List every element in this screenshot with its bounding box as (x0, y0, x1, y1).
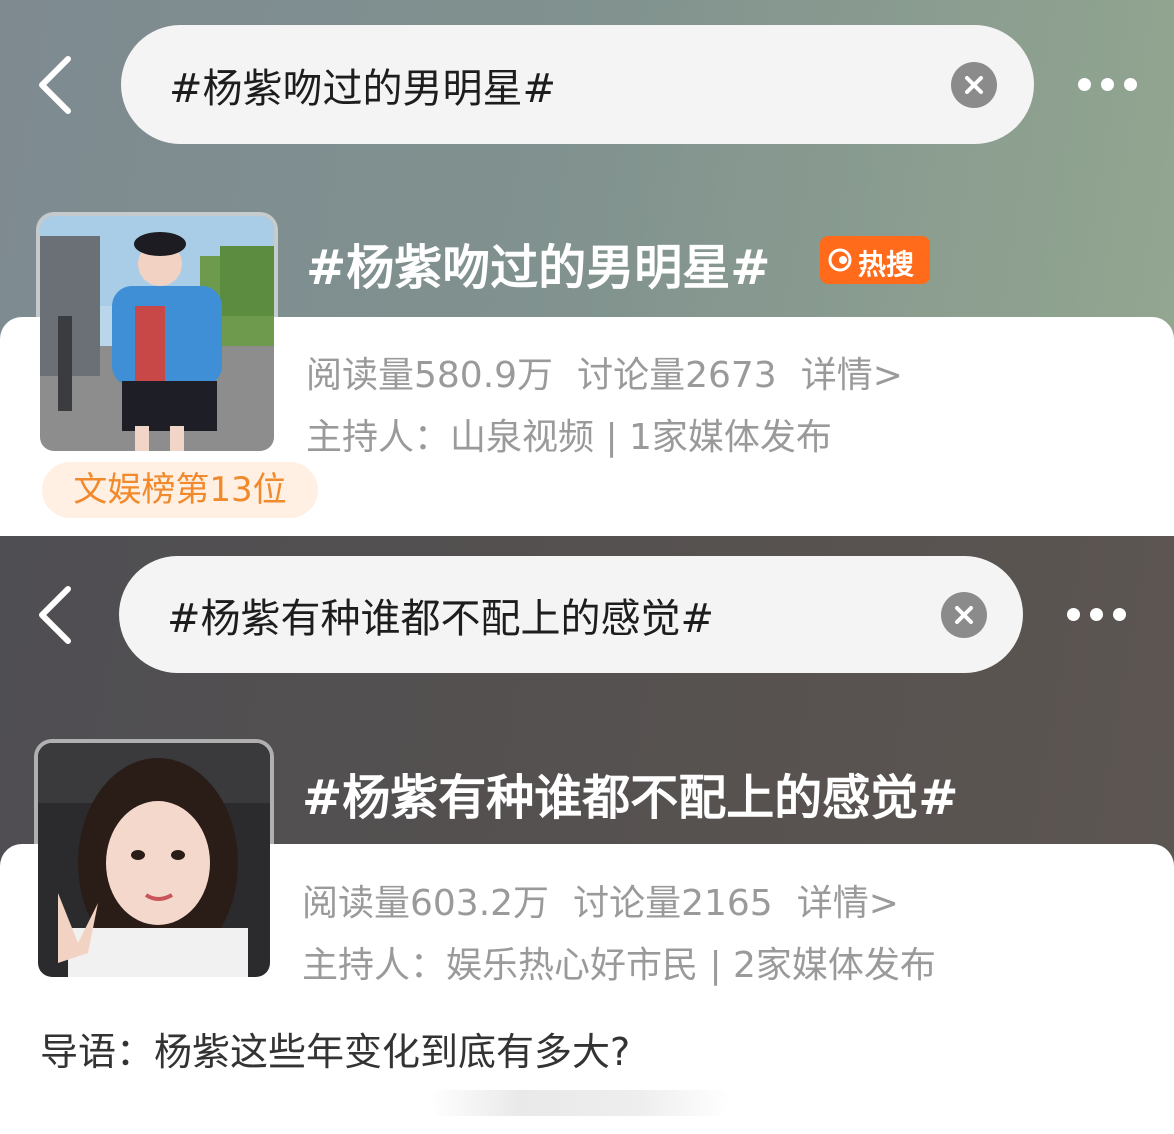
hot-badge-label: 热搜 (858, 248, 915, 281)
clear-button[interactable] (951, 61, 997, 108)
read-count: 阅读量580.9万 (306, 355, 554, 396)
discussion-count: 讨论量2165 (573, 883, 773, 924)
search-bar[interactable]: #杨紫吻过的男明星# (121, 25, 1034, 144)
topic-stats: 阅读量580.9万 讨论量2673 详情> (306, 346, 927, 398)
lead-text: 导语：杨紫这些年变化到底有多大? (40, 1030, 631, 1074)
rank-tag[interactable]: 文娱榜第13位 (42, 462, 318, 518)
hot-search-icon (828, 248, 852, 272)
search-query: #杨紫有种谁都不配上的感觉# (167, 595, 715, 642)
hot-search-badge[interactable]: 热搜 (820, 236, 930, 284)
host-info: 主持人：山泉视频 | 1家媒体发布 (306, 417, 832, 458)
topic-thumbnail[interactable] (34, 739, 274, 981)
topic-title: #杨紫吻过的男明星# (306, 240, 771, 296)
chevron-left-icon (39, 56, 71, 114)
topic-stats: 阅读量603.2万 讨论量2165 详情> (302, 874, 923, 926)
search-bar[interactable]: #杨紫有种谁都不配上的感觉# (119, 556, 1023, 673)
more-dots-icon[interactable] (1075, 75, 1145, 95)
topic-panel-2: #杨紫有种谁都不配上的感觉# #杨紫有种谁都不配上的感觉# 阅读量603.2万讨… (0, 536, 1174, 1134)
discussion-count: 讨论量2673 (577, 355, 777, 396)
details-link[interactable]: 详情> (797, 883, 899, 924)
chevron-left-icon (39, 586, 71, 644)
back-button[interactable] (36, 55, 76, 115)
fade-divider (430, 1090, 730, 1116)
details-link[interactable]: 详情> (801, 355, 903, 396)
back-button[interactable] (36, 585, 76, 645)
portrait-photo (40, 216, 274, 451)
host-info: 主持人：娱乐热心好市民 | 2家媒体发布 (302, 945, 936, 986)
topic-thumbnail[interactable] (36, 212, 278, 455)
clear-button[interactable] (941, 591, 987, 638)
read-count: 阅读量603.2万 (302, 883, 550, 924)
more-dots-icon[interactable] (1064, 605, 1134, 625)
close-circle-icon (965, 75, 983, 94)
portrait-photo (38, 743, 270, 977)
topic-title: #杨紫有种谁都不配上的感觉# (302, 770, 959, 826)
close-circle-icon (955, 605, 973, 624)
search-query: #杨紫吻过的男明星# (169, 65, 557, 112)
topic-panel-1: #杨紫吻过的男明星# #杨紫吻过的男明星# 热搜 阅读量580.9万 讨论量267… (0, 0, 1174, 534)
